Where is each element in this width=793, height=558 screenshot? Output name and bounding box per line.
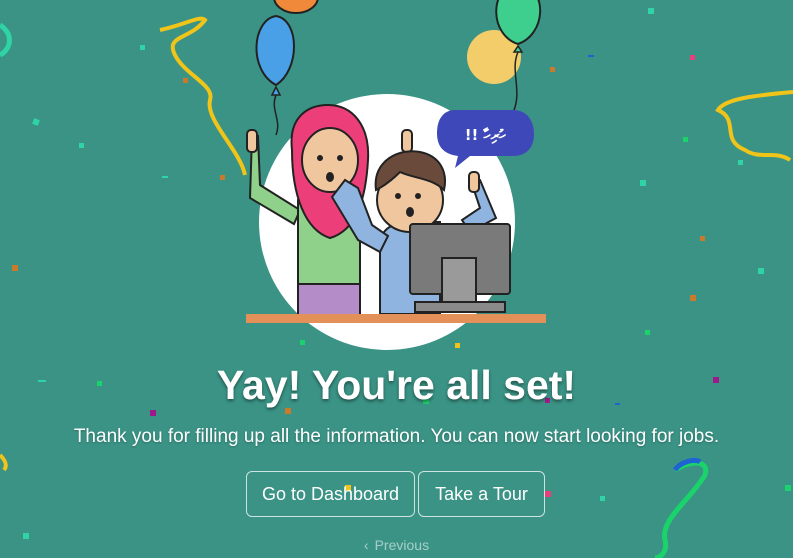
chevron-left-icon: ‹ bbox=[363, 537, 369, 553]
confetti-piece bbox=[785, 485, 791, 491]
previous-link[interactable]: ‹ Previous bbox=[0, 537, 793, 553]
balloon-blue-icon bbox=[255, 14, 295, 136]
desk bbox=[246, 314, 546, 323]
confetti-piece bbox=[150, 410, 156, 416]
previous-label: Previous bbox=[374, 537, 430, 553]
go-to-dashboard-button[interactable]: Go to Dashboard bbox=[246, 471, 415, 517]
take-a-tour-button[interactable]: Take a Tour bbox=[418, 471, 545, 517]
confetti-piece bbox=[600, 496, 605, 501]
celebration-illustration: !! ހުރިހާ bbox=[246, 0, 546, 350]
success-screen: !! ހުރިހާ Yay! You're all set! Thank you… bbox=[0, 0, 793, 558]
success-headline: Yay! You're all set! bbox=[216, 362, 577, 408]
confetti-piece bbox=[545, 491, 551, 497]
speech-bubble-text: !! ހުރިހާ bbox=[465, 126, 507, 144]
balloon-orange-icon bbox=[273, 0, 319, 14]
streamer-bottom-left bbox=[0, 453, 8, 472]
success-message: Thank you for filling up all the informa… bbox=[73, 426, 720, 447]
